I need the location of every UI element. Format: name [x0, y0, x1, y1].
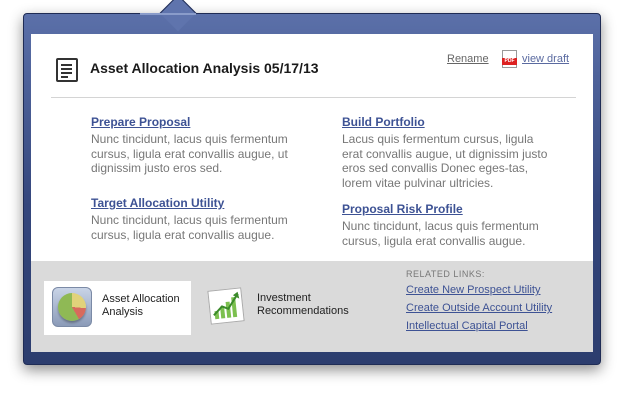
prepare-proposal-link[interactable]: Prepare Proposal [91, 115, 301, 129]
page-title: Asset Allocation Analysis 05/17/13 [90, 60, 319, 76]
rename-link[interactable]: Rename [447, 53, 489, 65]
popover-panel: Asset Allocation Analysis 05/17/13 Renam… [23, 13, 601, 365]
tile-label-line1: Investment [257, 292, 311, 304]
build-portfolio-description: Lacus quis fermentum cursus, ligula erat… [342, 132, 548, 190]
tile-asset-allocation[interactable]: Asset Allocation Analysis [44, 281, 191, 335]
section-proposal-risk: Proposal Risk Profile Nunc tincidunt, la… [342, 202, 552, 248]
pdf-icon[interactable]: PDF [502, 50, 517, 68]
related-links-header: RELATED LINKS: [406, 269, 485, 279]
create-new-prospect-link[interactable]: Create New Prospect Utility [406, 284, 586, 296]
section-build-portfolio: Build Portfolio Lacus quis fermentum cur… [342, 115, 552, 190]
tile-label-line1: Asset Allocation [102, 293, 180, 305]
tile-label-line2: Analysis [102, 306, 143, 318]
document-icon [56, 58, 78, 82]
footer: Asset Allocation Analysis Investment Rec… [31, 261, 593, 352]
build-portfolio-link[interactable]: Build Portfolio [342, 115, 552, 129]
related-links: RELATED LINKS: Create New Prospect Utili… [406, 269, 586, 338]
divider [51, 97, 576, 98]
pie-chart-icon [52, 287, 92, 327]
target-allocation-description: Nunc tincidunt, lacus quis fermentum cur… [91, 213, 288, 242]
popover-content: Asset Allocation Analysis 05/17/13 Renam… [31, 34, 593, 352]
intellectual-capital-portal-link[interactable]: Intellectual Capital Portal [406, 320, 586, 332]
section-prepare-proposal: Prepare Proposal Nunc tincidunt, lacus q… [91, 115, 301, 176]
arrow-highlight [140, 13, 196, 15]
tile-investment-recommendations[interactable]: Investment Recommendations [207, 281, 369, 335]
prepare-proposal-description: Nunc tincidunt, lacus quis fermentum cur… [91, 132, 288, 175]
proposal-risk-profile-link[interactable]: Proposal Risk Profile [342, 202, 552, 216]
growth-chart-icon [207, 287, 245, 325]
create-outside-account-link[interactable]: Create Outside Account Utility [406, 302, 586, 314]
section-target-allocation: Target Allocation Utility Nunc tincidunt… [91, 196, 301, 242]
tile-label-line2: Recommendations [257, 305, 349, 317]
target-allocation-link[interactable]: Target Allocation Utility [91, 196, 301, 210]
header: Asset Allocation Analysis 05/17/13 Renam… [31, 34, 593, 96]
view-draft-link[interactable]: view draft [522, 53, 569, 65]
proposal-risk-description: Nunc tincidunt, lacus quis fermentum cur… [342, 219, 539, 248]
